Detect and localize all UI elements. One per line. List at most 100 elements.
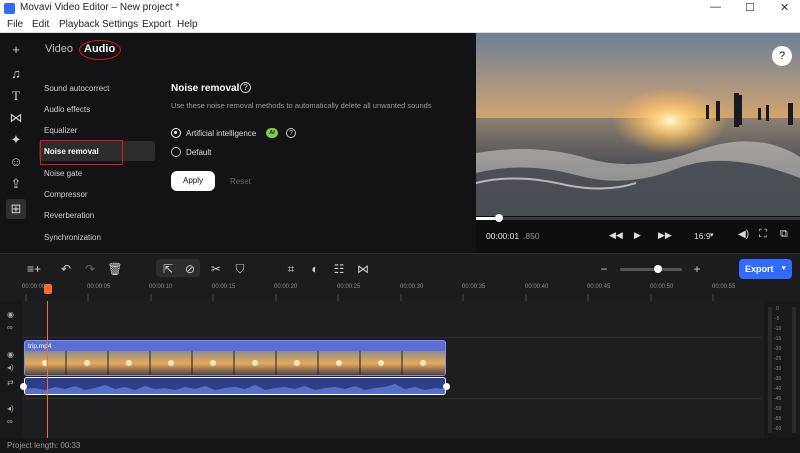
preview-scrubber-handle[interactable] [495, 214, 503, 222]
ruler-label: 00:00:05 [87, 284, 111, 290]
meter-label: -20 [774, 346, 782, 352]
delete-icon[interactable]: 🗑 [107, 262, 123, 276]
volume-icon[interactable]: ◀) [738, 229, 749, 240]
app-icon [4, 3, 15, 14]
menu-equalizer[interactable]: Equalizer [44, 126, 77, 135]
ruler-label: 00:00:00 [22, 284, 46, 290]
meter-bar-right [792, 307, 796, 433]
menu-noise-gate[interactable]: Noise gate [44, 169, 82, 178]
export-button[interactable]: Export ▾ [739, 259, 792, 279]
meter-label: -25 [774, 356, 782, 362]
color-adjust-icon[interactable]: ◐ [307, 262, 323, 276]
menu-audio-effects[interactable]: Audio effects [44, 105, 90, 114]
ruler-label: 00:00:30 [400, 284, 424, 290]
ruler-label: 00:00:10 [149, 284, 173, 290]
tab-video[interactable]: Video [45, 43, 73, 55]
title-bar: Movavi Video Editor – New project * — ☐ … [0, 0, 800, 17]
audio-link-icon[interactable]: ⇄ [7, 378, 14, 387]
track-divider [22, 398, 762, 399]
zoom-in-icon[interactable]: + [689, 262, 705, 276]
chevron-down-icon[interactable]: ▾ [710, 231, 714, 239]
zoom-slider[interactable] [620, 265, 682, 273]
rewind-icon[interactable]: ◀◀ [609, 230, 623, 241]
play-icon[interactable]: ▶ [634, 230, 641, 241]
add-track-icon[interactable]: ≡+ [26, 262, 42, 276]
eye-icon[interactable]: ◉ [7, 350, 14, 359]
redo-icon[interactable]: ↷ [82, 262, 98, 276]
marker-icon[interactable]: ⛉ [232, 262, 248, 277]
video-clip[interactable]: trip.mp4 [24, 340, 446, 376]
menu-file[interactable]: File [7, 19, 23, 30]
beach-sunset-frame [476, 33, 800, 216]
close-button[interactable]: ✕ [780, 1, 789, 14]
option-ai-label[interactable]: Artificial intelligence [186, 129, 256, 138]
clip-trim-handle-right[interactable] [443, 383, 450, 390]
aspect-ratio-select[interactable]: 16:9 [694, 231, 711, 241]
option-default-label[interactable]: Default [186, 148, 211, 157]
transitions-icon[interactable]: ⋈ [8, 110, 24, 126]
meter-label: -60 [774, 426, 782, 432]
zoom-out-icon[interactable]: − [596, 262, 612, 276]
playhead-line [47, 301, 48, 438]
more-tools-icon[interactable]: ⊞ [6, 199, 26, 219]
menu-help[interactable]: Help [177, 19, 198, 30]
undo-icon[interactable]: ↶ [58, 262, 74, 276]
menu-settings[interactable]: Settings [102, 19, 138, 30]
eye-icon[interactable]: ◉ [7, 310, 14, 319]
import-icon[interactable]: ⇪ [8, 176, 24, 192]
menu-sound-autocorrect[interactable]: Sound autocorrect [44, 84, 109, 93]
add-media-icon[interactable]: + [8, 42, 24, 58]
menu-playback[interactable]: Playback [59, 19, 100, 30]
timeline-ruler[interactable]: 00:00:00 00:00:05 00:00:10 00:00:15 00:0… [0, 283, 800, 301]
link-icon[interactable]: ∞ [7, 417, 13, 426]
audio-clip[interactable] [24, 377, 446, 395]
help-icon[interactable]: ? [240, 82, 251, 93]
maximize-button[interactable]: ☐ [745, 1, 755, 14]
meter-label: -5 [775, 316, 780, 322]
menu-edit[interactable]: Edit [32, 19, 49, 30]
titles-icon[interactable]: T [8, 88, 24, 104]
ruler-label: 00:00:50 [650, 284, 674, 290]
track-headers: ◉ ∞ ◉ ◂) ⇄ ◂) ∞ [0, 301, 22, 438]
transition-icon[interactable]: ⋈ [355, 262, 371, 276]
menu-reverberation[interactable]: Reverberation [44, 211, 94, 220]
mute-icon[interactable]: ◂) [7, 404, 14, 413]
minimize-button[interactable]: — [710, 1, 721, 13]
audio-waveform [25, 384, 445, 394]
preview-help-icon[interactable]: ? [772, 46, 792, 66]
meter-label: -15 [774, 336, 782, 342]
noise-removal-highlight [40, 140, 123, 165]
apply-button[interactable]: Apply [171, 171, 215, 191]
ai-help-icon[interactable]: ? [286, 128, 296, 138]
mute-icon[interactable]: ◂) [7, 363, 14, 372]
preview-progress-track[interactable] [476, 214, 800, 222]
detach-preview-icon[interactable]: ⧉ [780, 228, 788, 241]
no-snap-icon[interactable]: ⊘ [182, 262, 198, 276]
menu-synchronization[interactable]: Synchronization [44, 233, 101, 242]
clip-thumbnails [25, 351, 445, 375]
crop-icon[interactable]: ⌗ [283, 262, 299, 277]
radio-default[interactable] [171, 147, 181, 157]
magic-icon[interactable]: ✦ [8, 132, 24, 148]
menu-compressor[interactable]: Compressor [44, 190, 88, 199]
track-divider [22, 337, 762, 338]
ai-badge: AI [266, 128, 278, 138]
properties-icon[interactable]: ☷ [331, 262, 347, 276]
section-heading: Noise removal [171, 83, 240, 94]
cut-icon[interactable]: ✂ [208, 262, 224, 276]
menu-export[interactable]: Export [142, 19, 171, 30]
reset-button[interactable]: Reset [230, 177, 251, 186]
zoom-slider-handle[interactable] [654, 265, 662, 273]
clip-trim-handle-left[interactable] [20, 383, 27, 390]
ruler-ticks [25, 294, 714, 301]
meter-label: -50 [774, 406, 782, 412]
stickers-icon[interactable]: ☺ [8, 154, 24, 170]
select-tool-icon[interactable]: ⇱ [160, 262, 176, 276]
music-icon[interactable]: ♫ [8, 66, 24, 82]
forward-icon[interactable]: ▶▶ [658, 230, 672, 241]
video-preview: ? [476, 33, 800, 216]
fullscreen-icon[interactable]: ⛶ [759, 228, 767, 241]
link-icon[interactable]: ∞ [7, 323, 13, 332]
playhead-handle[interactable] [44, 284, 52, 294]
radio-ai[interactable] [171, 128, 181, 138]
